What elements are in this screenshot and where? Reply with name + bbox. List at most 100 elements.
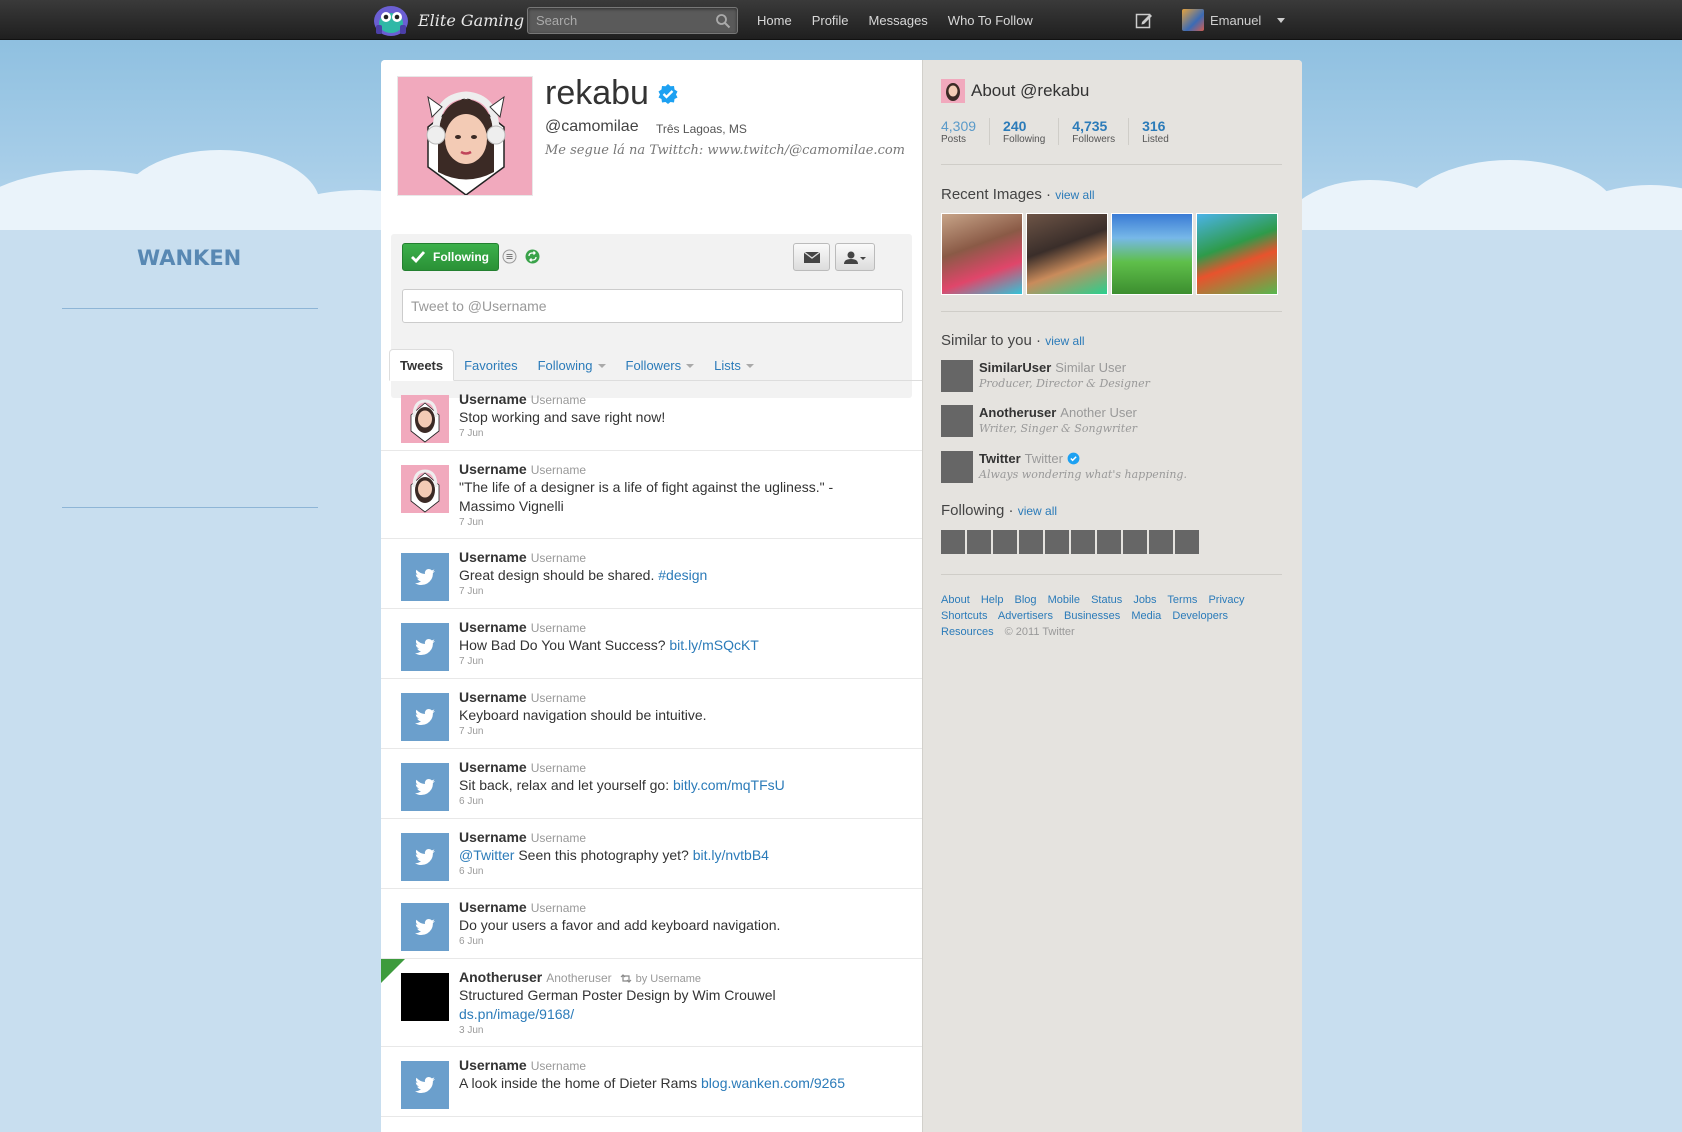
view-all-images-link[interactable]: view all [1055,188,1094,202]
following-avatar[interactable] [993,530,1017,554]
avatar[interactable] [401,833,449,881]
similar-user[interactable]: SimilarUser Similar User Producer, Direct… [941,360,1150,392]
search-icon[interactable] [715,13,731,29]
following-avatar[interactable] [1175,530,1199,554]
footer-link-developers[interactable]: Developers [1172,610,1228,622]
tab-followers[interactable]: Followers [616,358,705,380]
tweet-link[interactable]: bit.ly/nvtbB4 [693,847,769,863]
mention-link[interactable]: @Twitter [459,847,514,863]
footer-link-status[interactable]: Status [1091,594,1122,606]
avatar[interactable] [401,763,449,811]
user-menu[interactable]: Emanuel [1182,9,1286,31]
tweet-user-handle[interactable]: Username [531,463,586,477]
tweet-timestamp[interactable]: 7 Jun [459,428,879,439]
nav-home[interactable]: Home [757,13,792,28]
tweet-user-name[interactable]: Anotheruser [459,969,542,985]
following-avatar[interactable] [1071,530,1095,554]
tweet-user-name[interactable]: Username [459,829,527,845]
user-actions-button[interactable] [835,243,875,271]
tweet-user-handle[interactable]: Username [531,393,586,407]
tweet-timestamp[interactable]: 6 Jun [459,936,879,947]
following-avatar[interactable] [1097,530,1121,554]
following-avatar[interactable] [1149,530,1173,554]
similar-user[interactable]: Twitter Twitter Always wondering what's h… [941,451,1187,483]
brand-logo[interactable]: Elite Gaming [372,2,524,38]
tweet-user-name[interactable]: Username [459,619,527,635]
tab-favorites[interactable]: Favorites [454,358,527,380]
avatar[interactable] [401,903,449,951]
tweet-timestamp[interactable]: 7 Jun [459,586,879,597]
tweet-user-name[interactable]: Username [459,899,527,915]
avatar[interactable] [401,553,449,601]
tweet-link[interactable]: #design [658,567,707,583]
chevron-down-icon[interactable] [1277,17,1286,23]
tweet-item[interactable]: Username Username Do your users a favor a… [381,889,922,959]
tweet-user-handle[interactable]: Username [531,551,586,565]
tweet-user-name[interactable]: Username [459,759,527,775]
tweet-link[interactable]: bit.ly/mSQcKT [669,637,758,653]
search-input[interactable] [528,8,708,33]
footer-link-privacy[interactable]: Privacy [1208,594,1244,606]
footer-link-businesses[interactable]: Businesses [1064,610,1120,622]
tweet-link[interactable]: bitly.com/mqTFsU [673,777,785,793]
compose-icon[interactable] [1135,11,1153,29]
footer-link-jobs[interactable]: Jobs [1133,594,1156,606]
recent-image-thumbnail[interactable] [1026,213,1108,295]
recent-image-thumbnail[interactable] [1196,213,1278,295]
similar-user[interactable]: Anotheruser Another User Writer, Singer &… [941,405,1137,437]
tab-tweets[interactable]: Tweets [389,349,455,381]
recent-image-thumbnail[interactable] [941,213,1023,295]
retweet-icon[interactable] [525,249,540,264]
tweet-item[interactable]: Username Username Stop working and save r… [381,381,922,451]
footer-link-resources[interactable]: Resources [941,626,994,638]
tweet-user-handle[interactable]: Username [531,1059,586,1073]
list-icon[interactable] [502,249,517,264]
tweet-item[interactable]: Username Username Sit back, relax and let… [381,749,922,819]
stat-followers[interactable]: 4,735 Followers [1072,118,1130,145]
tweet-user-name[interactable]: Username [459,689,527,705]
footer-link-shortcuts[interactable]: Shortcuts [941,610,987,622]
stat-listed[interactable]: 316 Listed [1142,118,1182,145]
tweet-item[interactable]: Username Username Keyboard navigation sho… [381,679,922,749]
tweet-item[interactable]: Username Username "The life of a designer… [381,451,922,539]
following-avatar[interactable] [1019,530,1043,554]
tweet-link[interactable]: blog.wanken.com/9265 [701,1075,845,1091]
tweet-user-handle[interactable]: Anotheruser [546,971,611,985]
tweet-timestamp[interactable]: 7 Jun [459,517,879,528]
avatar[interactable] [401,623,449,671]
tweet-timestamp[interactable]: 6 Jun [459,866,879,877]
tweet-item[interactable]: Username Username How Bad Do You Want Suc… [381,609,922,679]
tweet-to-input[interactable] [402,289,903,323]
avatar[interactable] [401,465,449,513]
nav-messages[interactable]: Messages [869,13,928,28]
footer-link-terms[interactable]: Terms [1167,594,1197,606]
footer-link-help[interactable]: Help [981,594,1004,606]
tweet-user-name[interactable]: Username [459,1057,527,1073]
avatar[interactable] [401,973,449,1021]
tweet-item[interactable]: Username Username A look inside the home … [381,1047,922,1117]
tweet-item[interactable]: Username Username Great design should be … [381,539,922,609]
avatar[interactable] [401,693,449,741]
footer-link-blog[interactable]: Blog [1015,594,1037,606]
tab-following[interactable]: Following [528,358,616,380]
tab-lists[interactable]: Lists [704,358,764,380]
recent-image-thumbnail[interactable] [1111,213,1193,295]
message-button[interactable] [793,243,830,271]
following-button[interactable]: Following [402,243,499,271]
tweet-timestamp[interactable]: 3 Jun [459,1025,879,1036]
following-avatar[interactable] [1123,530,1147,554]
following-avatar[interactable] [941,530,965,554]
tweet-link[interactable]: ds.pn/image/9168/ [459,1006,574,1022]
nav-profile[interactable]: Profile [812,13,849,28]
wanken-logo[interactable]: WANKEN [137,246,241,270]
avatar[interactable] [401,395,449,443]
tweet-timestamp[interactable]: 7 Jun [459,726,879,737]
tweet-user-handle[interactable]: Username [531,761,586,775]
tweet-user-name[interactable]: Username [459,549,527,565]
tweet-user-name[interactable]: Username [459,391,527,407]
tweet-user-handle[interactable]: Username [531,831,586,845]
footer-link-about[interactable]: About [941,594,970,606]
tweet-user-handle[interactable]: Username [531,691,586,705]
tweet-user-name[interactable]: Username [459,461,527,477]
search-box[interactable] [527,7,738,34]
